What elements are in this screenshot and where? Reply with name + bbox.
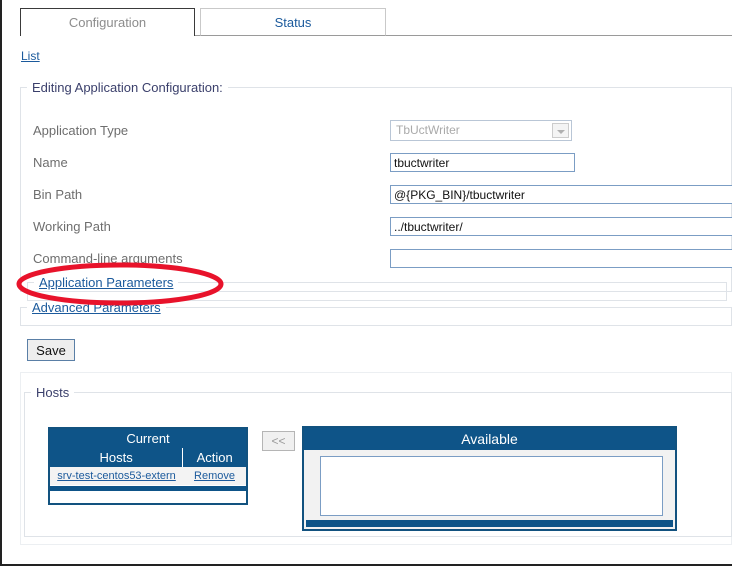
- tab-bar: Configuration Status: [20, 8, 732, 36]
- tab-status[interactable]: Status: [200, 8, 386, 36]
- label-command-line-arguments: Command-line arguments: [33, 245, 183, 273]
- editing-application-configuration-panel: Editing Application Configuration: Appli…: [20, 80, 732, 292]
- advanced-parameters-link[interactable]: Advanced Parameters: [32, 300, 161, 315]
- cell-host: srv-test-centos53-extern: [50, 467, 183, 485]
- current-hosts-header-row: Hosts Action: [50, 448, 246, 467]
- available-hosts-listbox[interactable]: [320, 456, 663, 516]
- label-bin-path: Bin Path: [33, 181, 82, 209]
- label-name: Name: [33, 149, 68, 177]
- available-hosts-footer-bar: [306, 520, 673, 527]
- tab-configuration[interactable]: Configuration: [20, 8, 195, 36]
- current-hosts-table: Current Hosts Action srv-test-centos53-e…: [48, 427, 248, 505]
- hosts-legend: Hosts: [31, 385, 74, 400]
- application-parameters-legend: Application Parameters: [34, 275, 178, 290]
- application-parameters-link[interactable]: Application Parameters: [39, 275, 173, 290]
- working-path-input[interactable]: [390, 217, 732, 236]
- available-hosts-title: Available: [304, 428, 675, 450]
- label-application-type: Application Type: [33, 117, 128, 145]
- table-row: srv-test-centos53-extern Remove: [50, 467, 246, 485]
- field-row-working-path: Working Path: [21, 213, 721, 241]
- current-hosts-title: Current: [50, 429, 246, 448]
- field-row-command-line-arguments: Command-line arguments: [21, 245, 721, 273]
- remove-host-link[interactable]: Remove: [194, 470, 235, 482]
- name-input[interactable]: [390, 153, 575, 172]
- editing-panel-legend: Editing Application Configuration:: [27, 80, 228, 95]
- advanced-parameters-panel: Advanced Parameters: [20, 300, 732, 326]
- move-left-button[interactable]: <<: [262, 431, 295, 451]
- host-link[interactable]: srv-test-centos53-extern: [57, 470, 176, 482]
- application-type-value: TbUctWriter: [396, 123, 460, 137]
- chevron-down-icon[interactable]: [552, 123, 569, 138]
- column-header-hosts: Hosts: [50, 448, 183, 467]
- hosts-panel: Hosts Current Hosts Action srv-test-cent…: [24, 385, 732, 537]
- command-line-arguments-input[interactable]: [390, 249, 732, 268]
- available-hosts-panel: Available: [302, 426, 677, 531]
- cell-action: Remove: [183, 467, 246, 485]
- current-hosts-footer-bar: [50, 486, 246, 491]
- advanced-parameters-legend: Advanced Parameters: [27, 300, 166, 315]
- application-parameters-panel: Application Parameters: [27, 275, 727, 301]
- breadcrumb-list-link[interactable]: List: [21, 49, 40, 63]
- column-header-action: Action: [183, 448, 246, 467]
- field-row-application-type: Application Type TbUctWriter: [21, 117, 721, 145]
- save-button[interactable]: Save: [27, 339, 75, 361]
- label-working-path: Working Path: [33, 213, 111, 241]
- field-row-bin-path: Bin Path: [21, 181, 721, 209]
- field-row-name: Name: [21, 149, 721, 177]
- application-type-select[interactable]: TbUctWriter: [390, 120, 572, 141]
- bin-path-input[interactable]: [390, 185, 732, 204]
